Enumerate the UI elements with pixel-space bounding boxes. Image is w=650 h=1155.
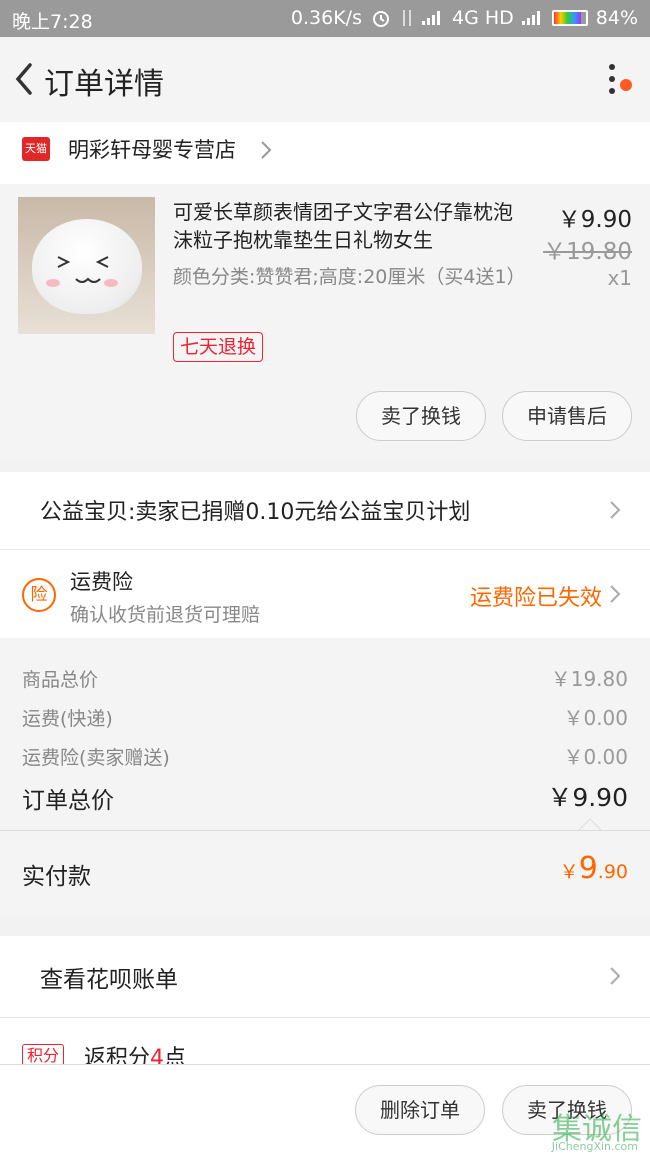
return-badge: 七天退换 [173,332,264,362]
tmall-badge: 天猫 [22,137,50,161]
order-total-value: ￥9.90 [547,783,628,812]
more-vertical-icon[interactable] [604,59,620,99]
sell-for-cash-button[interactable]: 卖了换钱 [356,391,486,441]
points-row: 积分 返积分4点 [0,1018,650,1066]
watermark-logo: 集诚信 JiChengXin.com [552,1104,642,1153]
battery-icon [551,10,588,26]
actual-payment-label: 实付款 [22,864,91,890]
network-type: 4G HD [451,7,514,29]
chevron-right-icon [610,967,621,985]
price-summary: 商品总价 ￥19.80 运费(快递) ￥0.00 运费险(卖家赠送) ￥0.00… [0,639,650,830]
data-transfer-icon [402,10,411,26]
points-text: 返积分4点 [84,1040,186,1066]
back-arrow-icon[interactable] [8,59,44,99]
shop-name: 明彩轩母婴专营店 [68,138,236,162]
shop-row[interactable]: 天猫 明彩轩母婴专营店 [0,122,650,184]
insurance-subtitle: 确认收货前退货可理赔 [70,604,261,626]
status-right-group: 0.36K/s 4G HD 84% [291,7,638,29]
points-prefix: 返积分 [84,1046,151,1066]
currency-symbol: ￥ [559,861,579,883]
huabei-bill-text: 查看花呗账单 [40,967,178,993]
summary-label: 运费险(卖家赠送) [22,747,170,769]
watermark-subtext: JiChengXin.com [551,1140,638,1153]
order-total-label: 订单总价 [22,788,114,814]
header-bar: 订单详情 [0,37,650,122]
summary-value: ￥19.80 [550,667,628,691]
signal-icon-2 [521,11,544,25]
huabei-bill-row[interactable]: 查看花呗账单 [0,936,650,1018]
product-title[interactable]: 可爱长草颜表情团子文字君公仔靠枕泡沫粒子抱枕靠垫生日礼物女生 [173,198,528,254]
battery-percent: 84% [595,7,638,29]
battery-level [553,12,581,24]
summary-value: ￥0.00 [563,706,628,730]
actual-payment-value: ￥9.90 [560,851,628,886]
points-count: 4 [150,1046,165,1066]
status-time: 晚上7:28 [12,11,93,33]
product-quantity: x1 [607,266,632,290]
after-sales-button[interactable]: 申请售后 [502,391,632,441]
status-bar: 晚上7:28 0.36K/s 4G HD 84% [0,0,650,37]
product-image-face [57,256,109,283]
summary-value: ￥0.00 [563,745,628,769]
signal-icon [421,11,444,25]
insurance-status: 运费险已失效 [469,586,602,611]
summary-label: 商品总价 [22,669,99,691]
points-suffix: 点 [164,1046,187,1066]
chevron-right-icon [610,501,621,519]
product-original-price: ￥19.80 [543,239,632,265]
charity-text: 公益宝贝:卖家已捐赠0.10元给公益宝贝计划 [40,500,471,525]
insurance-icon: 险 [22,578,56,612]
payment-integer: 9 [578,851,598,886]
product-card[interactable]: 可爱长草颜表情团子文字君公仔靠枕泡沫粒子抱枕靠垫生日礼物女生 颜色分类:赞赞君;… [0,184,650,460]
insurance-title: 运费险 [70,570,133,594]
summary-label: 运费(快递) [22,708,113,730]
product-sku: 颜色分类:赞赞君;高度:20厘米（买4送1） [173,266,526,288]
points-tag: 积分 [22,1044,65,1066]
payment-decimal: .90 [597,861,628,883]
product-price: ￥9.90 [557,207,632,233]
actual-payment-row: 实付款 ￥9.90 [0,830,650,916]
chevron-right-icon [610,585,621,603]
network-speed: 0.36K/s [290,7,362,29]
page-title: 订单详情 [44,67,164,102]
chevron-right-icon [261,141,272,159]
product-image[interactable] [18,197,155,334]
charity-row[interactable]: 公益宝贝:卖家已捐赠0.10元给公益宝贝计划 [0,472,650,550]
delete-order-button[interactable]: 删除订单 [355,1085,485,1135]
alarm-icon [372,11,389,27]
notification-dot [620,79,632,91]
shipping-insurance-row[interactable]: 险 运费险 确认收货前退货可理赔 运费险已失效 [0,550,650,638]
